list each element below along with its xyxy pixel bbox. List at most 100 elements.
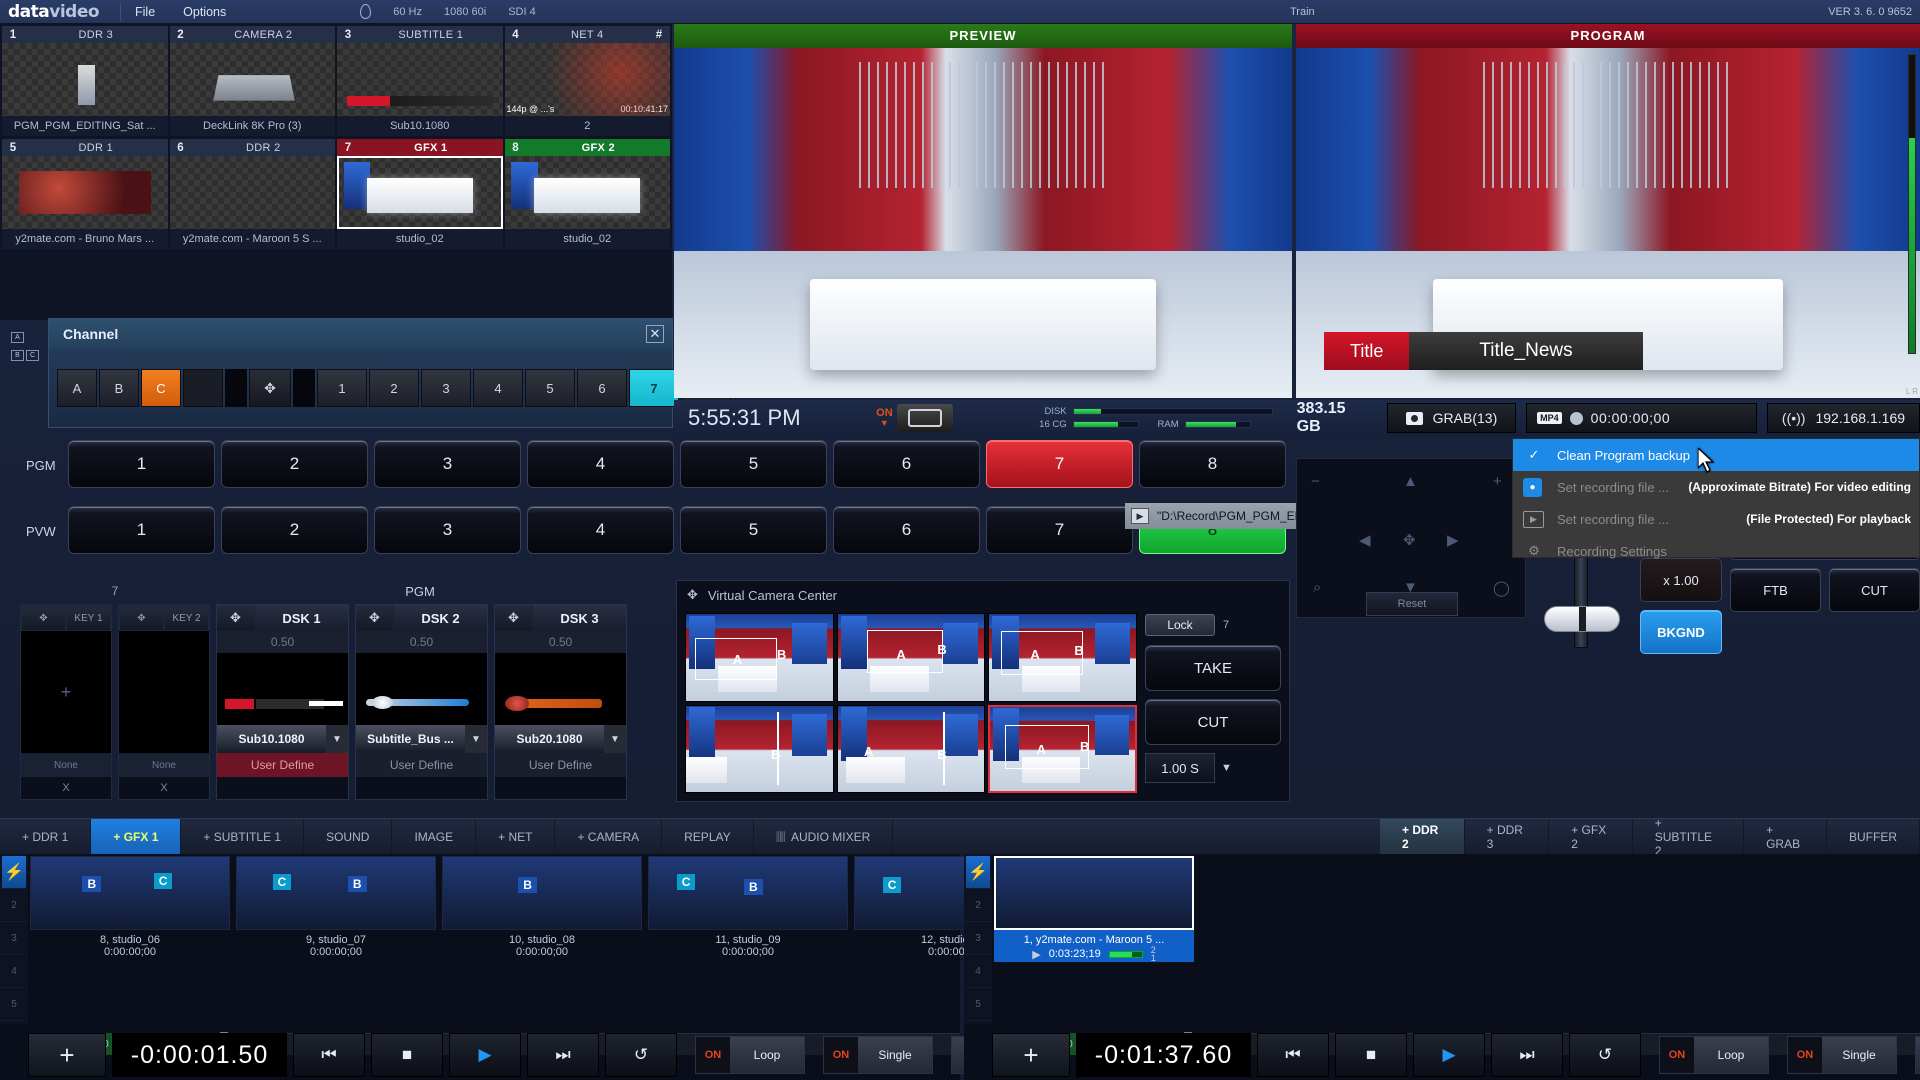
- source-tile-8[interactable]: 8 GFX 2 studio_02: [504, 139, 670, 249]
- channel-button-a[interactable]: A: [57, 369, 97, 407]
- single-toggle[interactable]: ON Single: [1787, 1036, 1897, 1074]
- list-item[interactable]: CB 11, studio_09 0:00:00;00: [648, 856, 848, 958]
- stop-button[interactable]: ■: [1335, 1033, 1407, 1077]
- item-thumb[interactable]: B: [442, 856, 642, 930]
- channel-num-6[interactable]: 6: [577, 369, 627, 407]
- pvw-button-6[interactable]: 6: [833, 506, 980, 554]
- vcc-thumb-4[interactable]: B: [685, 704, 834, 793]
- source-thumb[interactable]: [2, 156, 168, 229]
- channel-num-1[interactable]: 1: [317, 369, 367, 407]
- play-button[interactable]: ▶: [449, 1033, 521, 1077]
- menu-item-recording-settings[interactable]: ⚙ Recording Settings: [1513, 535, 1919, 567]
- bolt-icon[interactable]: ⚡: [966, 856, 990, 888]
- dsk-source-select[interactable]: Subtitle_Bus ... ▼: [356, 725, 487, 753]
- key-mini-preview[interactable]: [119, 631, 209, 753]
- list-item[interactable]: CB 9, studio_07 0:00:00;00: [236, 856, 436, 958]
- close-icon[interactable]: ✕: [646, 325, 664, 343]
- pgm-button-2[interactable]: 2: [221, 440, 368, 488]
- pgm-button-4[interactable]: 4: [527, 440, 674, 488]
- reset-button[interactable]: Reset: [1366, 592, 1458, 616]
- chevron-down-icon[interactable]: ▼: [604, 725, 626, 753]
- tab-gfx-2[interactable]: + GFX 2: [1549, 819, 1633, 855]
- next-button[interactable]: ⏭: [527, 1033, 599, 1077]
- pgm-button-5[interactable]: 5: [680, 440, 827, 488]
- tab-image[interactable]: IMAGE: [392, 819, 477, 855]
- channel-button-blank[interactable]: [183, 369, 223, 407]
- dsk-preview[interactable]: [356, 653, 487, 725]
- dsk-user-define-button[interactable]: User Define: [495, 753, 626, 777]
- source-tile-2[interactable]: 2 CAMERA 2 DeckLink 8K Pro (3): [169, 26, 335, 136]
- monitor-icon[interactable]: [896, 404, 953, 432]
- program-screen[interactable]: Title Title_News L R: [1296, 48, 1920, 398]
- rail-row-5[interactable]: 5: [0, 988, 28, 1021]
- lock-button[interactable]: Lock: [1145, 614, 1215, 636]
- prev-button[interactable]: ⏮: [1257, 1033, 1329, 1077]
- pgm-button-8[interactable]: 8: [1139, 440, 1286, 488]
- record-icon[interactable]: [1569, 411, 1583, 425]
- vcc-thumb-2[interactable]: AB: [836, 613, 986, 702]
- source-thumb[interactable]: [2, 43, 168, 116]
- list-item[interactable]: B 10, studio_08 0:00:00;00: [442, 856, 642, 958]
- key-mini-foot[interactable]: X: [119, 777, 209, 799]
- record-group[interactable]: MP4 00:00:00;00: [1526, 403, 1757, 433]
- item-thumb[interactable]: [994, 856, 1194, 930]
- item-thumb[interactable]: BC: [30, 856, 230, 930]
- vcc-thumb-6[interactable]: AB: [988, 704, 1137, 793]
- item-thumb[interactable]: CB: [236, 856, 436, 930]
- dsk-user-define-button[interactable]: User Define: [217, 753, 348, 777]
- program-monitor[interactable]: PROGRAM Title Title_News L R: [1296, 24, 1920, 398]
- source-thumb[interactable]: [169, 43, 335, 116]
- next-button[interactable]: ⏭: [1491, 1033, 1563, 1077]
- pgm-button-3[interactable]: 3: [374, 440, 521, 488]
- tab-subtitle-2[interactable]: + SUBTITLE 2: [1633, 816, 1745, 858]
- key-mini-preview[interactable]: +: [21, 631, 111, 753]
- move-icon[interactable]: ✥: [687, 587, 698, 603]
- vcc-thumb-5[interactable]: AB: [836, 704, 986, 793]
- list-item[interactable]: BC 8, studio_06 0:00:00;00: [30, 856, 230, 958]
- rail-row-3[interactable]: 3: [0, 922, 28, 955]
- move-icon[interactable]: ✥: [217, 605, 255, 631]
- bkgnd-button[interactable]: BKGND: [1640, 610, 1722, 654]
- dsk-preview[interactable]: [217, 653, 348, 725]
- chevron-down-icon[interactable]: ▼: [465, 725, 487, 753]
- pvw-button-7[interactable]: 7: [986, 506, 1133, 554]
- chevron-down-icon[interactable]: ▼: [326, 725, 348, 753]
- channel-button-b[interactable]: B: [99, 369, 139, 407]
- undo-button[interactable]: ↺: [605, 1033, 677, 1077]
- tab-audio-mixer[interactable]: ⦀⦀ AUDIO MIXER: [754, 819, 894, 855]
- channel-num-4[interactable]: 4: [473, 369, 523, 407]
- list-item[interactable]: 1, y2mate.com - Maroon 5 ... ▶ 0:03:23;1…: [994, 856, 1194, 963]
- preview-screen[interactable]: [674, 48, 1292, 398]
- source-tile-4[interactable]: 4 NET 4 # 144p @ ...'s 00:10:41:17 2: [504, 26, 670, 136]
- stop-button[interactable]: ■: [371, 1033, 443, 1077]
- channel-button-c[interactable]: C: [141, 369, 181, 407]
- move-icon[interactable]: ✥: [119, 605, 164, 631]
- autoplay-toggle[interactable]: AutoPlayOFF: [1915, 1036, 1920, 1074]
- source-thumb[interactable]: [504, 156, 670, 229]
- tab-buffer[interactable]: BUFFER: [1827, 819, 1920, 855]
- source-tile-3[interactable]: 3 SUBTITLE 1 Sub10.1080: [337, 26, 503, 136]
- add-button[interactable]: +: [28, 1033, 106, 1077]
- tab-ddr-1[interactable]: + DDR 1: [0, 819, 92, 855]
- vcc-duration-value[interactable]: 1.00 S: [1145, 753, 1215, 783]
- pvw-button-4[interactable]: 4: [527, 506, 674, 554]
- cut-button[interactable]: CUT: [1829, 568, 1920, 612]
- rail-row-5[interactable]: 5: [964, 988, 992, 1021]
- key-mini-foot[interactable]: X: [21, 777, 111, 799]
- key-mini-source[interactable]: None: [21, 753, 111, 777]
- pvw-button-2[interactable]: 2: [221, 506, 368, 554]
- pvw-button-3[interactable]: 3: [374, 506, 521, 554]
- play-icon[interactable]: ▶: [1032, 948, 1040, 961]
- source-tile-1[interactable]: 1 DDR 3 PGM_PGM_EDITING_Sat ...: [2, 26, 168, 136]
- menu-options[interactable]: Options: [169, 5, 240, 19]
- pvw-button-1[interactable]: 1: [68, 506, 215, 554]
- tab-ddr-2[interactable]: + DDR 2: [1380, 819, 1465, 855]
- dsk-value[interactable]: 0.50: [495, 631, 626, 653]
- dsk-value[interactable]: 0.50: [356, 631, 487, 653]
- loop-toggle[interactable]: ON Loop: [1659, 1036, 1769, 1074]
- move-icon[interactable]: ✥: [249, 369, 291, 407]
- dsk-source-select[interactable]: Sub10.1080 ▼: [217, 725, 348, 753]
- on-air-toggle[interactable]: ON ▼: [876, 404, 953, 432]
- zoom-in-icon[interactable]: +: [1493, 473, 1502, 490]
- pgm-button-7[interactable]: 7: [986, 440, 1133, 488]
